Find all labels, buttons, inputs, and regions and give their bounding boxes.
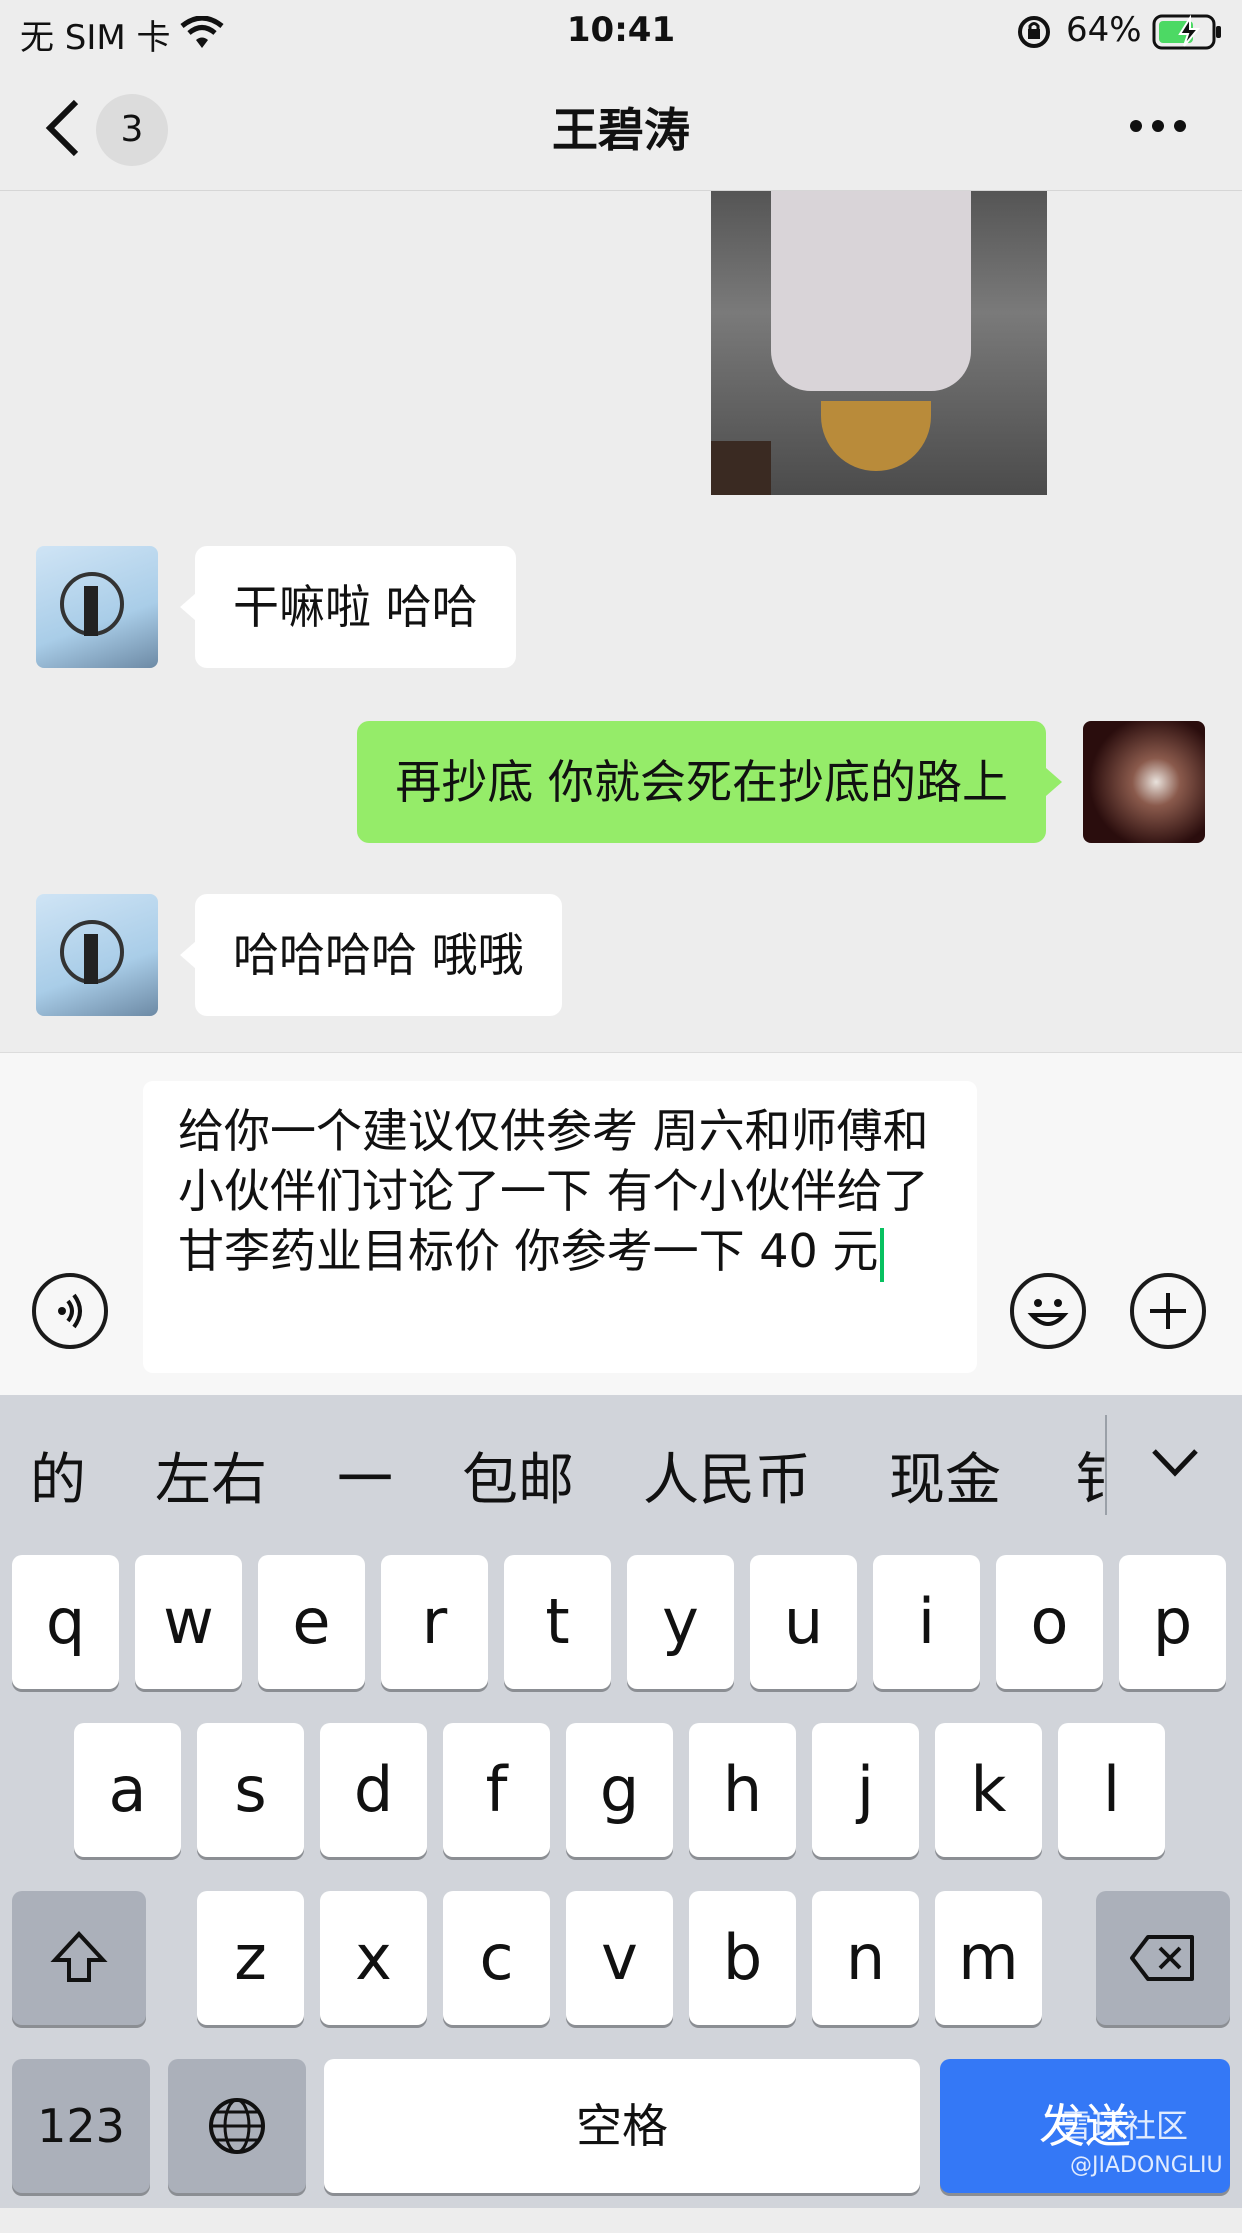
key-y[interactable]: y xyxy=(627,1555,734,1689)
key-x[interactable]: x xyxy=(320,1891,427,2025)
key-a[interactable]: a xyxy=(74,1723,181,1857)
candidate-item[interactable]: 一 xyxy=(337,1435,393,1516)
rotation-lock-icon xyxy=(1018,16,1050,48)
key-j[interactable]: j xyxy=(812,1723,919,1857)
key-e[interactable]: e xyxy=(258,1555,365,1689)
key-z[interactable]: z xyxy=(197,1891,304,2025)
message-input[interactable]: 给你一个建议仅供参考 周六和师傅和小伙伴们讨论了一下 有个小伙伴给了甘李药业目标… xyxy=(143,1081,977,1373)
status-bar: 无 SIM 卡 10:41 64% xyxy=(0,0,1242,64)
send-button[interactable]: 发送 雪球社区 @JIADONGLIU xyxy=(940,2059,1230,2193)
message-bubble-right[interactable]: 再抄底 你就会死在抄底的路上 xyxy=(357,721,1046,843)
key-l[interactable]: l xyxy=(1058,1723,1165,1857)
smiley-icon xyxy=(1027,1299,1069,1326)
composer-bar: 给你一个建议仅供参考 周六和师傅和小伙伴们讨论了一下 有个小伙伴给了甘李药业目标… xyxy=(0,1052,1242,1396)
chat-header: 3 王碧涛 xyxy=(0,64,1242,191)
key-n[interactable]: n xyxy=(812,1891,919,2025)
contact-avatar[interactable] xyxy=(36,546,158,668)
keyboard: 的 左右 一 包邮 人民币 现金 钅 q w e r t y u i o p a… xyxy=(0,1395,1242,2208)
page-title: 王碧涛 xyxy=(552,103,690,157)
space-key[interactable]: 空格 xyxy=(324,2059,920,2193)
language-switch-key[interactable] xyxy=(168,2059,306,2193)
watermark-handle: @JIADONGLIU xyxy=(1070,2153,1223,2178)
key-o[interactable]: o xyxy=(996,1555,1103,1689)
more-options-icon[interactable] xyxy=(1128,116,1188,136)
key-q[interactable]: q xyxy=(12,1555,119,1689)
my-avatar[interactable] xyxy=(1083,721,1205,843)
bubble-tail xyxy=(180,941,196,969)
message-input-text: 给你一个建议仅供参考 周六和师傅和小伙伴们讨论了一下 有个小伙伴给了甘李药业目标… xyxy=(178,1104,929,1278)
globe-icon xyxy=(209,2098,265,2154)
message-bubble-left[interactable]: 干嘛啦 哈哈 xyxy=(195,546,516,668)
contact-avatar[interactable] xyxy=(36,894,158,1016)
key-s[interactable]: s xyxy=(197,1723,304,1857)
message-bubble-left[interactable]: 哈哈哈哈 哦哦 xyxy=(195,894,562,1016)
plus-icon xyxy=(1150,1293,1186,1329)
key-p[interactable]: p xyxy=(1119,1555,1226,1689)
key-i[interactable]: i xyxy=(873,1555,980,1689)
candidate-item[interactable]: 包邮 xyxy=(462,1435,574,1516)
shift-arrow-icon xyxy=(50,1931,108,1982)
numbers-key[interactable]: 123 xyxy=(12,2059,150,2193)
voice-input-button[interactable] xyxy=(32,1273,108,1349)
bubble-tail xyxy=(1046,768,1062,796)
battery-percent: 64% xyxy=(1066,10,1142,50)
key-g[interactable]: g xyxy=(566,1723,673,1857)
clock: 10:41 xyxy=(566,10,676,50)
shift-key[interactable] xyxy=(12,1891,146,2025)
candidate-item[interactable]: 左右 xyxy=(155,1435,267,1516)
shared-photo[interactable] xyxy=(711,191,1047,495)
key-k[interactable]: k xyxy=(935,1723,1042,1857)
voice-icon xyxy=(58,1293,82,1329)
candidate-item[interactable]: 钅 xyxy=(1075,1435,1105,1516)
key-b[interactable]: b xyxy=(689,1891,796,2025)
delete-icon xyxy=(1130,1935,1194,1981)
message-list[interactable]: 干嘛啦 哈哈 再抄底 你就会死在抄底的路上 哈哈哈哈 哦哦 xyxy=(0,191,1242,1051)
candidate-item[interactable]: 的 xyxy=(30,1435,86,1516)
emoji-button[interactable] xyxy=(1010,1273,1086,1349)
expand-candidates-icon[interactable] xyxy=(1150,1445,1200,1479)
battery-charging-icon xyxy=(1152,14,1221,50)
key-r[interactable]: r xyxy=(381,1555,488,1689)
candidate-item[interactable]: 人民币 xyxy=(643,1435,811,1516)
candidate-item[interactable]: 现金 xyxy=(889,1435,1001,1516)
key-c[interactable]: c xyxy=(443,1891,550,2025)
text-caret xyxy=(880,1227,885,1282)
more-functions-button[interactable] xyxy=(1130,1273,1206,1349)
key-u[interactable]: u xyxy=(750,1555,857,1689)
backspace-key[interactable] xyxy=(1096,1891,1230,2025)
key-w[interactable]: w xyxy=(135,1555,242,1689)
key-h[interactable]: h xyxy=(689,1723,796,1857)
key-t[interactable]: t xyxy=(504,1555,611,1689)
candidate-divider xyxy=(1105,1415,1107,1515)
key-m[interactable]: m xyxy=(935,1891,1042,2025)
bubble-tail xyxy=(180,593,196,621)
key-v[interactable]: v xyxy=(566,1891,673,2025)
key-d[interactable]: d xyxy=(320,1723,427,1857)
candidate-bar: 的 左右 一 包邮 人民币 现金 钅 xyxy=(0,1395,1242,1545)
key-f[interactable]: f xyxy=(443,1723,550,1857)
